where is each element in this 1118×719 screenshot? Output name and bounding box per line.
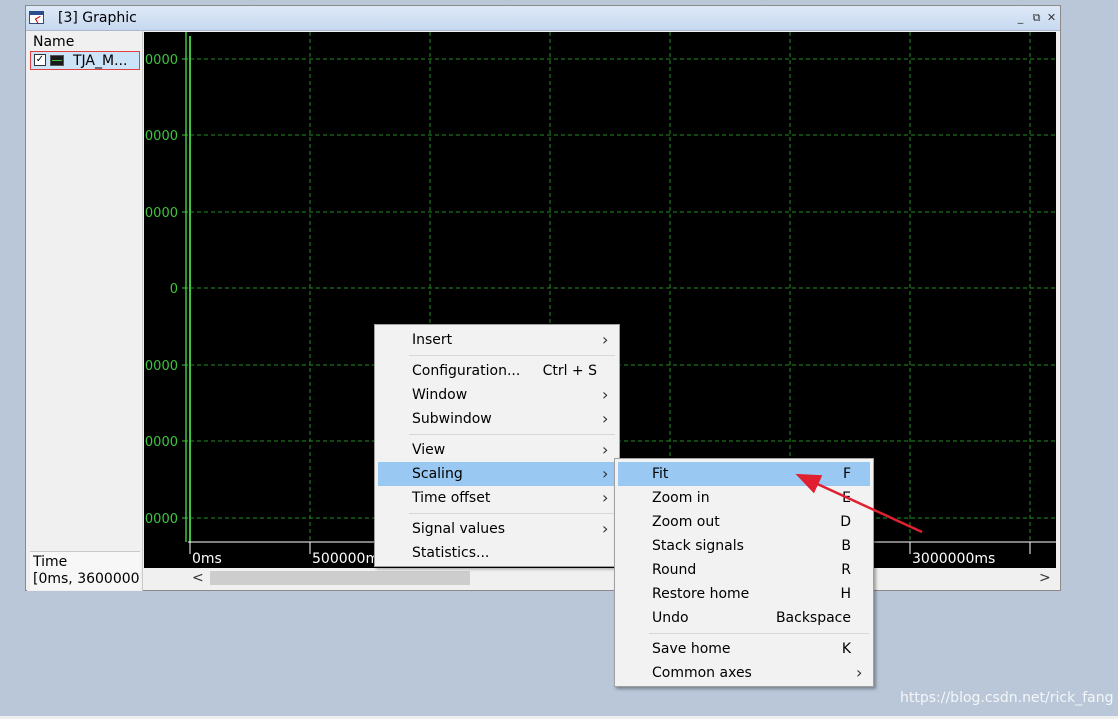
watermark: https://blog.csdn.net/rick_fang: [900, 690, 1114, 706]
red-annotation-arrow: [795, 473, 923, 534]
annotation-overlay: [795, 473, 923, 534]
